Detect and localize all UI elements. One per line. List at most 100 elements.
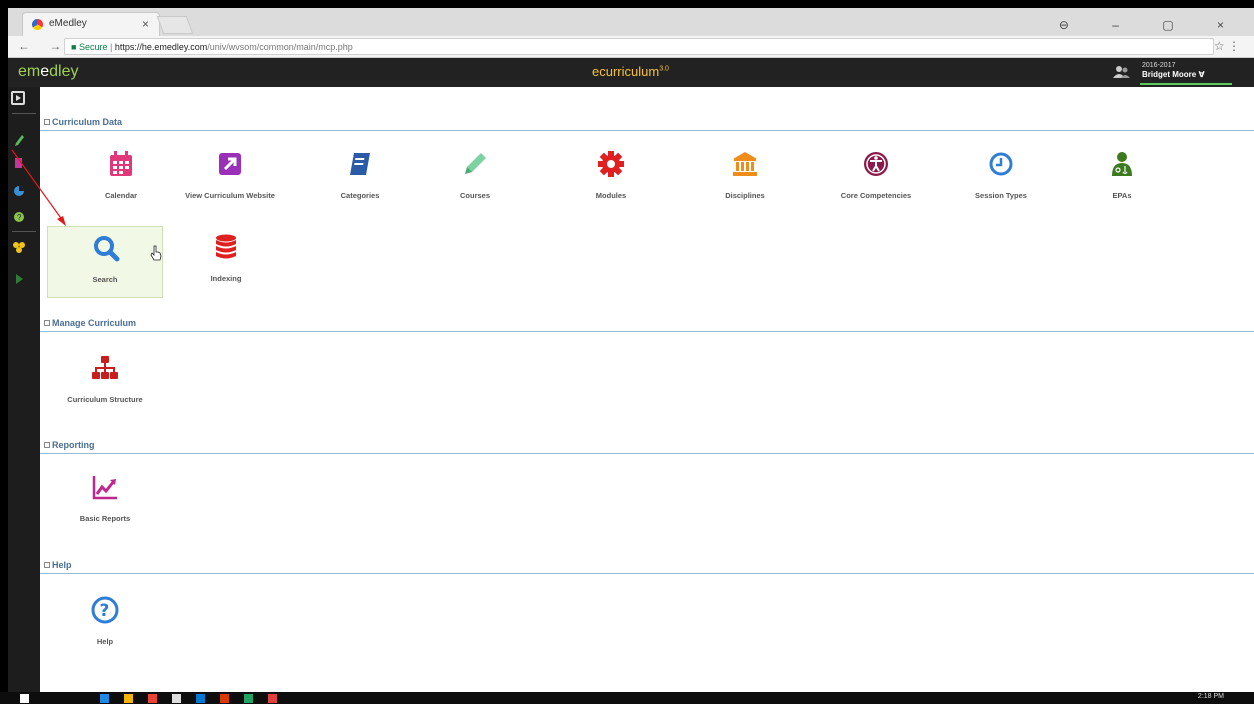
tile-epas[interactable]: EPAs: [1064, 143, 1180, 215]
logo-dot: e: [40, 63, 50, 80]
logo-dley: dley: [49, 63, 79, 80]
tile-session-types[interactable]: Session Types: [943, 143, 1059, 215]
emedley-logo[interactable]: emedley: [18, 63, 79, 81]
taskbar-excel-icon[interactable]: [244, 694, 253, 703]
section-reporting[interactable]: Reporting: [40, 436, 1254, 454]
tile-courses[interactable]: Courses: [417, 143, 533, 215]
sitemap-icon: [92, 356, 118, 379]
sidebar: ?: [8, 87, 40, 692]
tile-core-competencies[interactable]: Core Competencies: [814, 143, 938, 215]
play-icon[interactable]: [8, 269, 40, 289]
hand-cursor-icon: [150, 245, 162, 261]
user-md-icon: [1112, 152, 1132, 176]
url-input[interactable]: ■ Secure | https://he.emedley.com/univ/w…: [64, 38, 1214, 55]
taskbar: 2:18 PM: [0, 692, 1254, 704]
tile-label: Disciplines: [725, 191, 765, 200]
section-help[interactable]: Help: [40, 556, 1254, 574]
collapse-icon[interactable]: [44, 562, 50, 568]
tab-close-icon[interactable]: ×: [142, 17, 149, 31]
question-circle-icon[interactable]: ?: [8, 207, 40, 227]
address-bar-row: ← → C ■ Secure | https://he.emedley.com/…: [8, 36, 1254, 58]
collapse-icon[interactable]: [44, 442, 50, 448]
tile-curriculum-structure[interactable]: Curriculum Structure: [47, 347, 163, 419]
line-chart-icon: [92, 476, 117, 500]
section-curriculum-data[interactable]: Curriculum Data: [40, 113, 1254, 131]
tile-label: Indexing: [210, 274, 242, 283]
tile-label: Curriculum Structure: [67, 395, 143, 404]
tile-modules[interactable]: Modules: [553, 143, 669, 215]
section-manage-curriculum[interactable]: Manage Curriculum: [40, 314, 1254, 332]
clipboard-icon[interactable]: [8, 153, 40, 173]
taskbar-chrome-icon[interactable]: [148, 694, 157, 703]
collapse-icon[interactable]: [44, 119, 50, 125]
pencil-icon[interactable]: [8, 129, 40, 149]
main-content: Curriculum Data Calendar View Curriculum…: [40, 87, 1254, 692]
tile-help[interactable]: ? Help: [47, 589, 163, 661]
section-title: Help: [52, 560, 72, 570]
app-header: emedley ecurriculum3.0 2016-2017 Bridget…: [8, 58, 1254, 87]
tile-calendar[interactable]: Calendar: [63, 143, 179, 215]
app-title: ecurriculum3.0: [592, 64, 669, 79]
tab-title: eMedley: [49, 18, 87, 29]
taskbar-clock[interactable]: 2:18 PM: [1198, 693, 1224, 700]
windows-start-icon[interactable]: [20, 694, 29, 703]
user-menu[interactable]: 2016-2017 Bridget Moore ∀: [1112, 61, 1232, 85]
tile-view-curriculum-website[interactable]: View Curriculum Website: [168, 143, 292, 215]
sidebar-toggle-icon[interactable]: [11, 91, 25, 105]
browser-tab[interactable]: eMedley ×: [22, 12, 160, 36]
gear-icon: [598, 151, 624, 177]
window-controls[interactable]: ⊖ – ▢ ×: [1059, 18, 1244, 32]
tab-strip: eMedley × ⊖ – ▢ ×: [8, 8, 1254, 36]
tile-label: Session Types: [975, 191, 1027, 200]
pencil-icon: [465, 153, 486, 174]
search-icon: [94, 236, 120, 262]
pie-chart-icon[interactable]: [8, 181, 40, 201]
taskbar-app-icon[interactable]: [220, 694, 229, 703]
users-group-icon[interactable]: [8, 237, 40, 257]
tile-label: Modules: [595, 191, 627, 200]
url-host: https://he.emedley.com: [114, 42, 208, 52]
accessibility-icon: [864, 152, 888, 176]
section-title: Curriculum Data: [52, 117, 123, 127]
tile-disciplines[interactable]: Disciplines: [687, 143, 803, 215]
bookmark-star-icon[interactable]: ☆ ⋮: [1214, 39, 1240, 53]
screen-frame-top: [0, 0, 1254, 8]
question-circle-icon: ?: [91, 596, 119, 624]
tile-basic-reports[interactable]: Basic Reports: [47, 466, 163, 538]
screen-frame-left: [0, 0, 8, 704]
sidebar-divider: [12, 113, 36, 114]
taskbar-folder-icon[interactable]: [124, 694, 133, 703]
book-icon: [350, 153, 370, 175]
url-path: /univ/wvsom/common/main/mcp.php: [207, 42, 353, 52]
tile-label: Courses: [459, 191, 490, 200]
tile-label: EPAs: [1112, 191, 1132, 200]
secure-label: Secure: [78, 42, 108, 52]
svg-text:?: ?: [17, 213, 22, 222]
user-name[interactable]: Bridget Moore ∀: [1142, 70, 1205, 79]
app-version: 3.0: [659, 65, 669, 73]
new-tab-button[interactable]: [156, 16, 194, 34]
tile-label: Search: [92, 275, 118, 284]
tile-label: Calendar: [104, 191, 138, 200]
tile-categories[interactable]: Categories: [302, 143, 418, 215]
section-title: Reporting: [52, 440, 95, 450]
user-underline: [1140, 83, 1232, 85]
tile-label: Help: [96, 637, 114, 646]
section-title: Manage Curriculum: [52, 318, 137, 328]
tile-label: Categories: [340, 191, 380, 200]
tile-search[interactable]: Search: [47, 226, 163, 298]
taskbar-app-icon[interactable]: [268, 694, 277, 703]
lock-icon: ■: [71, 42, 79, 52]
tile-label: View Curriculum Website: [185, 191, 275, 200]
users-icon: [1113, 66, 1130, 78]
institution-icon: [733, 152, 757, 176]
svg-text:?: ?: [100, 601, 110, 621]
tile-indexing[interactable]: Indexing: [168, 226, 284, 298]
taskbar-outlook-icon[interactable]: [196, 694, 205, 703]
database-icon: [216, 234, 236, 259]
taskbar-store-icon[interactable]: [172, 694, 181, 703]
collapse-icon[interactable]: [44, 320, 50, 326]
user-year: 2016-2017: [1142, 62, 1176, 69]
sidebar-divider: [12, 231, 36, 232]
taskbar-app-icon[interactable]: [100, 694, 109, 703]
